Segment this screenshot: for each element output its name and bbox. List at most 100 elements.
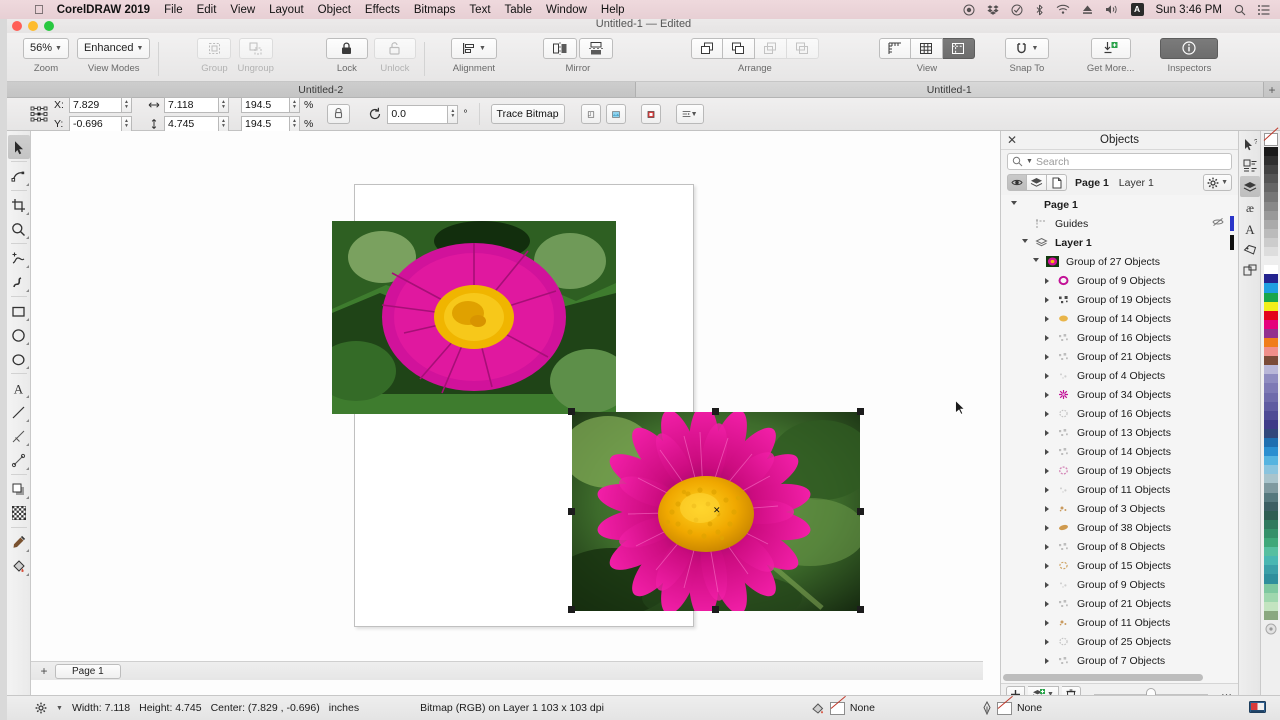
y-stepper-arrows[interactable]: ▲ ▼ (121, 115, 132, 132)
tree-expander-open-icon[interactable] (1009, 200, 1018, 209)
shape-tool-icon[interactable] (8, 164, 30, 188)
tree-row-color-bar[interactable] (1230, 216, 1234, 231)
tree-expander-closed-icon[interactable] (1042, 561, 1051, 570)
menu-bitmaps[interactable]: Bitmaps (414, 4, 456, 16)
breadcrumb-page[interactable]: Page 1 (1075, 177, 1109, 189)
bluetooth-icon[interactable] (1035, 4, 1044, 16)
palette-swatch[interactable] (1263, 465, 1278, 475)
freehand-tool-icon[interactable] (8, 246, 30, 270)
tree-expander-closed-icon[interactable] (1042, 428, 1051, 437)
snap-to-dropdown[interactable]: ▼ (1004, 37, 1049, 59)
palette-swatch[interactable] (1263, 310, 1278, 320)
tree-row[interactable]: Group of 9 Objects (1001, 575, 1238, 594)
palette-swatch[interactable] (1263, 283, 1278, 293)
document-tab-untitled-2[interactable]: Untitled-2 (7, 82, 636, 97)
inspectors-button[interactable] (1160, 37, 1219, 59)
zoom-level-dropdown[interactable]: 56% ▼ (23, 37, 69, 59)
color-proof-icon[interactable] (1248, 701, 1266, 715)
polygon-tool-icon[interactable] (8, 347, 30, 371)
selection-handle-top-right[interactable] (857, 408, 864, 415)
height-stepper-arrows[interactable]: ▲ ▼ (218, 115, 229, 132)
palette-swatch[interactable] (1263, 247, 1278, 257)
tree-expander-closed-icon[interactable] (1042, 580, 1051, 589)
dimension-tool-icon[interactable] (8, 424, 30, 448)
tree-row[interactable]: Group of 14 Objects (1001, 309, 1238, 328)
palette-swatch[interactable] (1263, 210, 1278, 220)
objects-search-field[interactable]: ▼ (1007, 153, 1232, 170)
tree-expander-closed-icon[interactable] (1042, 371, 1051, 380)
height-stepper[interactable]: ▲▼ (164, 115, 229, 132)
palette-swatch[interactable] (1263, 565, 1278, 575)
view-modes-dropdown[interactable]: Enhanced ▼ (76, 37, 151, 59)
list-icon[interactable] (1258, 4, 1270, 16)
palette-swatch[interactable] (1263, 147, 1278, 157)
selection-handle-middle-right[interactable] (857, 508, 864, 515)
selection-handle-bottom-left[interactable] (568, 606, 575, 613)
properties-icon[interactable] (1240, 155, 1260, 176)
palette-swatch[interactable] (1263, 192, 1278, 202)
tree-row[interactable]: Group of 16 Objects (1001, 404, 1238, 423)
palette-scroll-icon[interactable] (1265, 623, 1277, 635)
tree-row[interactable]: Group of 34 Objects (1001, 385, 1238, 404)
view-guides-button[interactable] (942, 37, 975, 59)
width-stepper[interactable]: ▲▼ (164, 96, 229, 113)
tree-row[interactable]: Group of 27 Objects (1001, 252, 1238, 271)
connector-tool-icon[interactable] (8, 448, 30, 472)
tree-expander-closed-icon[interactable] (1042, 333, 1051, 342)
outline-status-group[interactable]: None (982, 701, 1042, 715)
layers-view-icon[interactable] (1027, 174, 1047, 191)
chevron-down-icon[interactable]: ▼ (1026, 158, 1033, 165)
crop-tool-icon[interactable] (8, 193, 30, 217)
view-grid-button[interactable] (910, 37, 943, 59)
palette-swatch[interactable] (1263, 256, 1278, 266)
y-position-stepper[interactable]: ▲▼ (69, 115, 132, 132)
page-tab-page-1[interactable]: Page 1 (55, 663, 121, 679)
color-eyedropper-tool-icon[interactable] (8, 530, 30, 554)
ellipse-tool-icon[interactable] (8, 323, 30, 347)
palette-swatch[interactable] (1263, 201, 1278, 211)
tree-row-color-bar[interactable] (1230, 235, 1234, 250)
x-position-input[interactable] (69, 96, 121, 113)
tree-expander-closed-icon[interactable] (1042, 447, 1051, 456)
apple-icon[interactable]:  (34, 3, 44, 16)
tree-row[interactable]: Guides (1001, 214, 1238, 233)
palette-swatch[interactable] (1263, 156, 1278, 166)
scale-vertical-stepper[interactable]: ▲▼ (241, 115, 300, 132)
y-position-input[interactable] (69, 115, 121, 132)
palette-swatch[interactable] (1263, 510, 1278, 520)
objects-view-icon[interactable] (1007, 174, 1027, 191)
rotation-stepper-arrows[interactable]: ▲ ▼ (447, 104, 459, 124)
menu-view[interactable]: View (230, 4, 255, 16)
palette-swatch[interactable] (1263, 547, 1278, 557)
palette-swatch[interactable] (1263, 301, 1278, 311)
menu-layout[interactable]: Layout (269, 4, 304, 16)
palette-swatch[interactable] (1263, 337, 1278, 348)
palette-swatch[interactable] (1263, 610, 1278, 620)
palette-swatch[interactable] (1263, 447, 1278, 457)
document-tab-untitled-1[interactable]: Untitled-1 (635, 82, 1264, 97)
palette-swatch[interactable] (1263, 401, 1278, 411)
keyboard-input-badge[interactable]: A (1130, 3, 1144, 16)
tree-expander-open-icon[interactable] (1020, 238, 1029, 247)
arrange-back-one-button[interactable] (754, 37, 787, 59)
page-layout-icon[interactable] (1240, 260, 1260, 281)
palette-swatch[interactable] (1263, 519, 1278, 529)
tree-row[interactable]: Group of 9 Objects (1001, 271, 1238, 290)
tree-row[interactable]: Group of 11 Objects (1001, 480, 1238, 499)
arrange-to-front-button[interactable] (690, 37, 723, 59)
palette-swatch[interactable] (1263, 601, 1278, 611)
tree-expander-closed-icon[interactable] (1042, 295, 1051, 304)
get-more-button[interactable] (1090, 37, 1131, 59)
artistic-media-tool-icon[interactable] (8, 270, 30, 294)
drawing-canvas[interactable]: ✕ + Page 1 (31, 131, 1000, 705)
palette-swatch[interactable] (1263, 492, 1278, 502)
screen-record-icon[interactable] (963, 4, 975, 16)
tree-row[interactable]: Group of 21 Objects (1001, 347, 1238, 366)
menubar-clock[interactable]: Sun 3:46 PM (1156, 4, 1222, 16)
palette-swatch[interactable] (1263, 474, 1278, 484)
palette-swatch[interactable] (1263, 528, 1278, 539)
chevron-down-icon[interactable]: ▼ (56, 705, 63, 712)
tree-row[interactable]: Layer 1 (1001, 233, 1238, 252)
tree-row[interactable]: Group of 19 Objects (1001, 290, 1238, 309)
palette-swatch[interactable] (1263, 374, 1278, 384)
